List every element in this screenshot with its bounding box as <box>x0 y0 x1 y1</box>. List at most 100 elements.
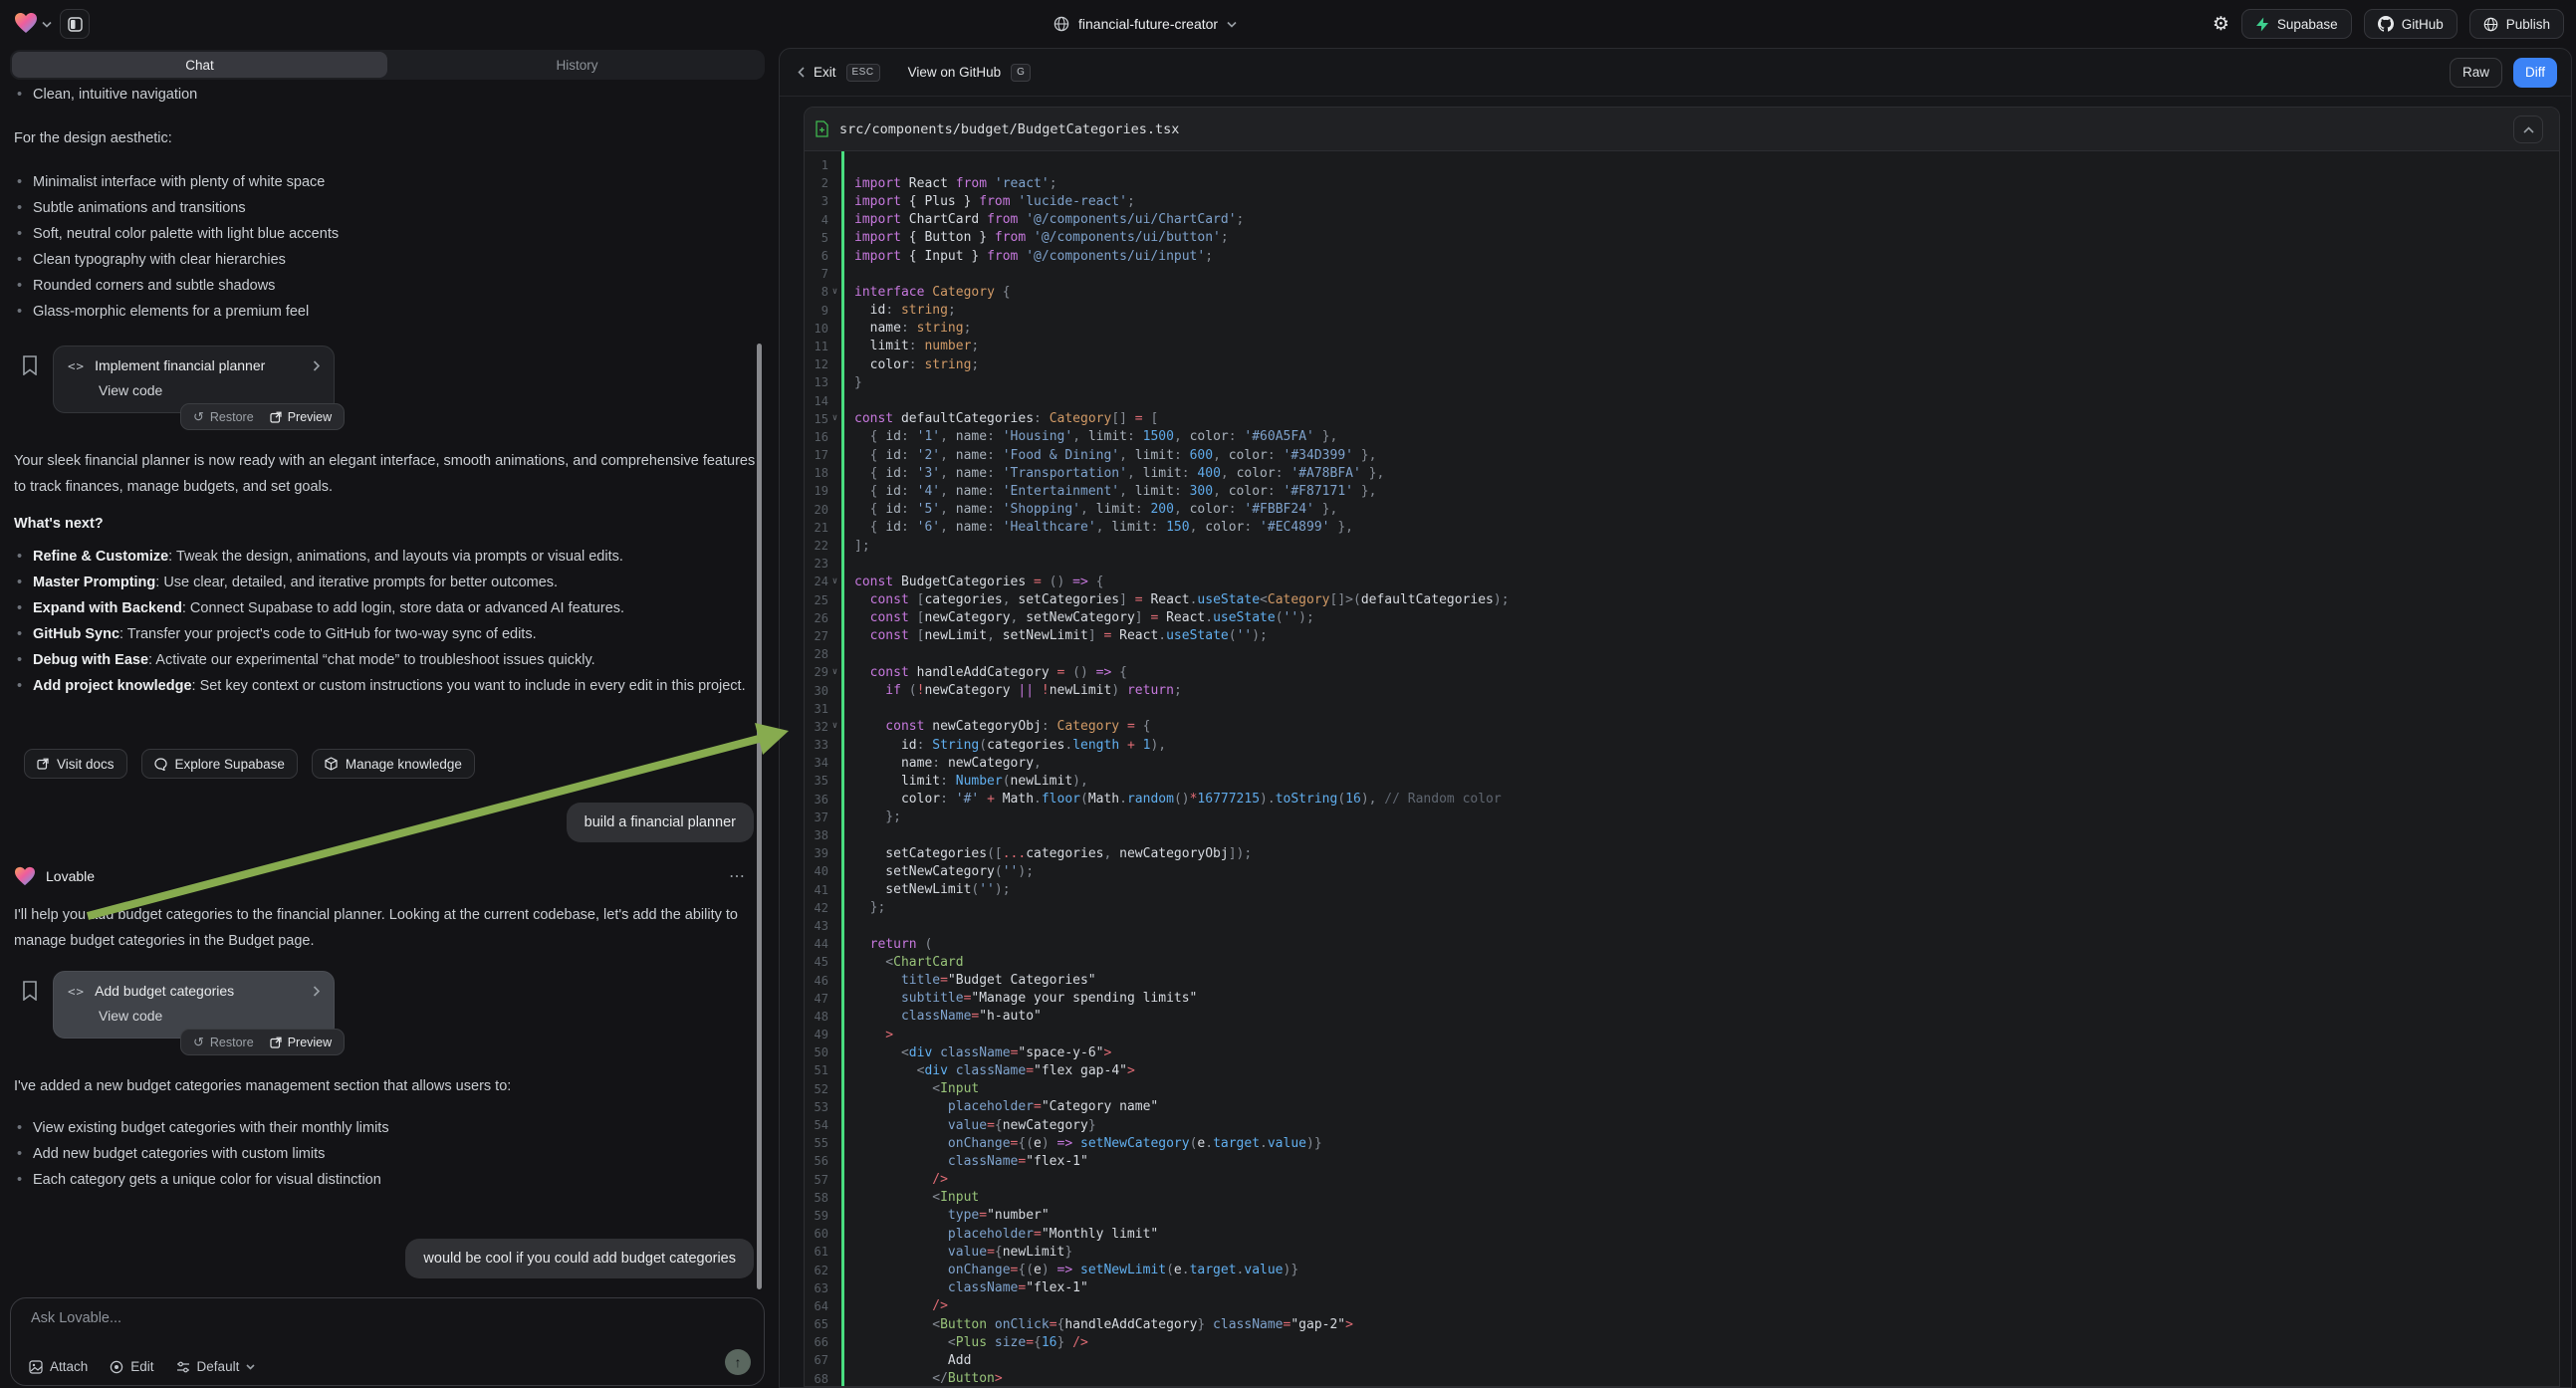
bookmark-icon[interactable] <box>22 355 38 375</box>
lovable-logo-icon[interactable] <box>14 12 38 34</box>
code-line: 31 <box>805 700 2559 718</box>
code-line: 38 <box>805 826 2559 844</box>
view-on-github-link[interactable]: View on GitHub <box>908 65 1002 80</box>
file-path-bar[interactable]: src/components/budget/BudgetCategories.t… <box>805 108 2559 151</box>
code-text: name: newCategory, <box>841 756 1042 771</box>
edit-target-icon <box>110 1360 123 1374</box>
tab-chat[interactable]: Chat <box>12 52 387 78</box>
diff-toggle[interactable]: Diff <box>2513 58 2557 88</box>
code-line: 25 const [categories, setCategories] = R… <box>805 591 2559 609</box>
raw-toggle[interactable]: Raw <box>2450 58 2502 88</box>
settings-gear-icon[interactable]: ⚙ <box>2213 13 2229 36</box>
exit-button[interactable]: Exit <box>798 65 836 80</box>
line-number: 15 <box>805 412 828 426</box>
code-line: 23 <box>805 555 2559 573</box>
line-number: 36 <box>805 793 828 807</box>
code-line: 32∨ const newCategoryObj: Category = { <box>805 718 2559 736</box>
code-line: 55 onChange={(e) => setNewCategory(e.tar… <box>805 1134 2559 1152</box>
collapse-file-button[interactable] <box>2513 116 2543 143</box>
chat-bullet: Clean, intuitive navigation <box>14 82 751 108</box>
fold-chevron-icon[interactable]: ∨ <box>828 578 841 586</box>
manage-knowledge-button[interactable]: Manage knowledge <box>312 749 475 779</box>
code-line: 54 value={newCategory} <box>805 1116 2559 1134</box>
chat-input[interactable] <box>31 1310 628 1326</box>
restore-button[interactable]: ↺ Restore <box>193 1035 254 1050</box>
whats-next-item: Expand with Backend: Connect Supabase to… <box>14 595 759 621</box>
design-bullet: Glass-morphic elements for a premium fee… <box>14 299 751 325</box>
send-button[interactable]: ↑ <box>725 1349 751 1375</box>
line-number: 25 <box>805 593 828 607</box>
code-text: setNewCategory(''); <box>841 864 1034 879</box>
code-line: 3import { Plus } from 'lucide-react'; <box>805 192 2559 210</box>
design-bullet: Soft, neutral color palette with light b… <box>14 221 751 247</box>
fold-chevron-icon[interactable]: ∨ <box>828 668 841 677</box>
sidebar-icon <box>68 17 83 32</box>
code-line: 40 setNewCategory(''); <box>805 862 2559 880</box>
code-text: }; <box>841 900 885 915</box>
whats-next-item: Refine & Customize: Tweak the design, an… <box>14 544 759 570</box>
explore-supabase-button[interactable]: Explore Supabase <box>141 749 298 779</box>
line-number: 20 <box>805 503 828 517</box>
line-number: 67 <box>805 1353 828 1367</box>
fold-chevron-icon[interactable]: ∨ <box>828 288 841 297</box>
chevron-right-icon <box>313 986 320 997</box>
preview-button[interactable]: Preview <box>270 1036 332 1049</box>
chat-scrollbar-thumb[interactable] <box>757 344 762 1289</box>
preview-button[interactable]: Preview <box>270 410 332 424</box>
code-brackets-icon: <> <box>68 984 85 999</box>
code-text: { id: '2', name: 'Food & Dining', limit:… <box>841 448 1376 463</box>
tab-history[interactable]: History <box>389 50 765 80</box>
line-number: 34 <box>805 756 828 770</box>
code-line: 4import ChartCard from '@/components/ui/… <box>805 211 2559 229</box>
code-editor[interactable]: 12import React from 'react';3import { Pl… <box>805 151 2559 1386</box>
message-more-menu[interactable]: ⋯ <box>729 866 747 886</box>
code-line: 17 { id: '2', name: 'Food & Dining', lim… <box>805 446 2559 464</box>
added-bullet: Each category gets a unique color for vi… <box>14 1167 759 1193</box>
code-line: 28 <box>805 645 2559 663</box>
code-text: const [categories, setCategories] = Reac… <box>841 592 1510 607</box>
github-button[interactable]: GitHub <box>2364 9 2458 39</box>
line-number: 58 <box>805 1191 828 1205</box>
attach-image-icon <box>29 1360 43 1374</box>
publish-button[interactable]: Publish <box>2469 9 2564 39</box>
line-number: 4 <box>805 213 828 227</box>
code-text: /> <box>841 1172 948 1187</box>
bookmark-icon[interactable] <box>22 981 38 1001</box>
edit-button[interactable]: Edit <box>110 1359 153 1374</box>
line-number: 30 <box>805 684 828 698</box>
code-line: 39 setCategories([...categories, newCate… <box>805 844 2559 862</box>
fold-chevron-icon[interactable]: ∨ <box>828 414 841 423</box>
code-line: 56 className="flex-1" <box>805 1152 2559 1170</box>
line-number: 33 <box>805 738 828 752</box>
view-code-link[interactable]: View code <box>99 1008 320 1024</box>
code-line: 49 > <box>805 1026 2559 1043</box>
code-line: 5import { Button } from '@/components/ui… <box>805 229 2559 247</box>
supabase-button[interactable]: Supabase <box>2241 9 2352 39</box>
app-window: financial-future-creator ⚙ Supabase GitH… <box>0 0 2576 1388</box>
restore-button[interactable]: ↺ Restore <box>193 409 254 425</box>
toggle-sidebar-button[interactable] <box>60 9 90 39</box>
code-line: 11 limit: number; <box>805 338 2559 355</box>
code-line: 18 { id: '3', name: 'Transportation', li… <box>805 464 2559 482</box>
code-line: 64 /> <box>805 1297 2559 1315</box>
visit-docs-button[interactable]: Visit docs <box>24 749 127 779</box>
assistant-name: Lovable <box>46 868 95 884</box>
added-file-icon <box>815 120 829 137</box>
code-view-panel: Exit esc View on GitHub G Raw Diff src/c… <box>779 48 2572 1388</box>
code-line: 58 <Input <box>805 1189 2559 1207</box>
logo-chevron-down-icon[interactable] <box>42 21 52 28</box>
code-line: 67 Add <box>805 1351 2559 1369</box>
mode-select[interactable]: Default <box>176 1359 256 1374</box>
attach-button[interactable]: Attach <box>29 1359 88 1374</box>
publish-globe-icon <box>2483 17 2498 32</box>
code-text: const newCategoryObj: Category = { <box>841 719 1150 734</box>
line-number: 65 <box>805 1317 828 1331</box>
project-switcher[interactable]: financial-future-creator <box>1054 0 1237 48</box>
view-code-link[interactable]: View code <box>99 382 320 398</box>
code-line: 16 { id: '1', name: 'Housing', limit: 15… <box>805 428 2559 446</box>
code-text: } <box>841 375 862 390</box>
code-line: 57 /> <box>805 1171 2559 1189</box>
code-line: 12 color: string; <box>805 355 2559 373</box>
fold-chevron-icon[interactable]: ∨ <box>828 722 841 731</box>
code-text: setCategories([...categories, newCategor… <box>841 846 1252 861</box>
